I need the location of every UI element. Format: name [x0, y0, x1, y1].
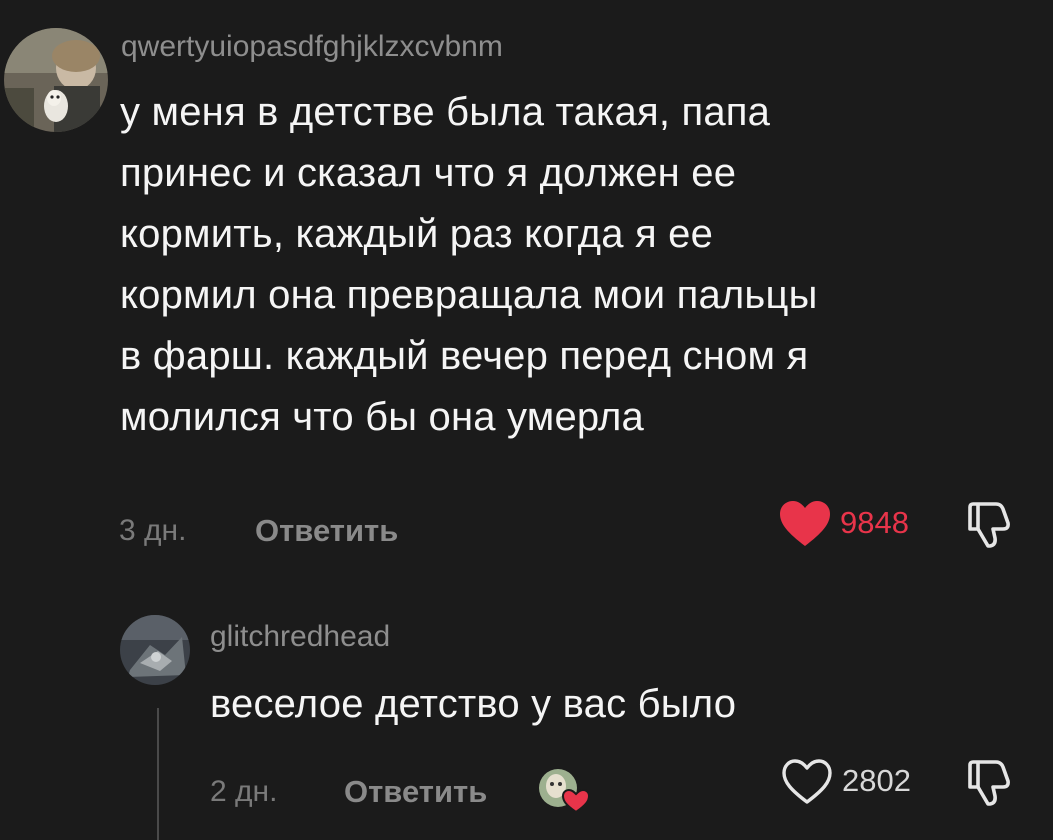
like-button[interactable] — [780, 758, 834, 806]
comment-text-line: в фарш. каждый вечер перед сном я — [120, 334, 809, 378]
like-count: 2802 — [842, 763, 911, 798]
comment-username[interactable]: glitchredhead — [210, 620, 390, 654]
creator-liked-avatar-icon — [539, 769, 591, 814]
comment-text-line: веселое детство у вас было — [210, 682, 737, 726]
comment-text: у меня в детстве была такая, папа принес… — [120, 82, 818, 448]
comment-text: веселое детство у вас было — [210, 674, 736, 735]
comment-text-line: у меня в детстве была такая, папа — [120, 90, 771, 134]
heart-filled-icon — [780, 501, 830, 546]
comment-text-line: кормил она превращала мои пальцы — [120, 273, 818, 317]
dislike-button[interactable] — [962, 757, 1016, 809]
comment-timestamp: 3 дн. — [119, 514, 187, 547]
like-count: 9848 — [840, 505, 909, 540]
comment-text-line: принес и сказал что я должен ее — [120, 151, 737, 195]
user-photo-icon — [120, 615, 190, 685]
thumbs-down-icon — [968, 760, 1010, 806]
comment-text-line: молился что бы она умерла — [120, 395, 644, 439]
dislike-button[interactable] — [962, 499, 1016, 551]
avatar[interactable] — [120, 615, 190, 685]
avatar[interactable] — [4, 28, 108, 132]
creator-liked-badge — [536, 766, 596, 816]
reply-button[interactable]: Ответить — [344, 774, 487, 810]
thumbs-down-icon — [968, 502, 1010, 548]
comment-username[interactable]: qwertyuiopasdfghjklzxcvbnm — [121, 30, 503, 64]
thread-line — [157, 708, 159, 840]
comment-text-line: кормить, каждый раз когда я ее — [120, 212, 714, 256]
reply-button[interactable]: Ответить — [255, 513, 398, 549]
comment-timestamp: 2 дн. — [210, 775, 278, 808]
like-button[interactable] — [778, 500, 832, 548]
heart-outline-icon — [782, 759, 832, 804]
user-photo-icon — [4, 28, 108, 132]
